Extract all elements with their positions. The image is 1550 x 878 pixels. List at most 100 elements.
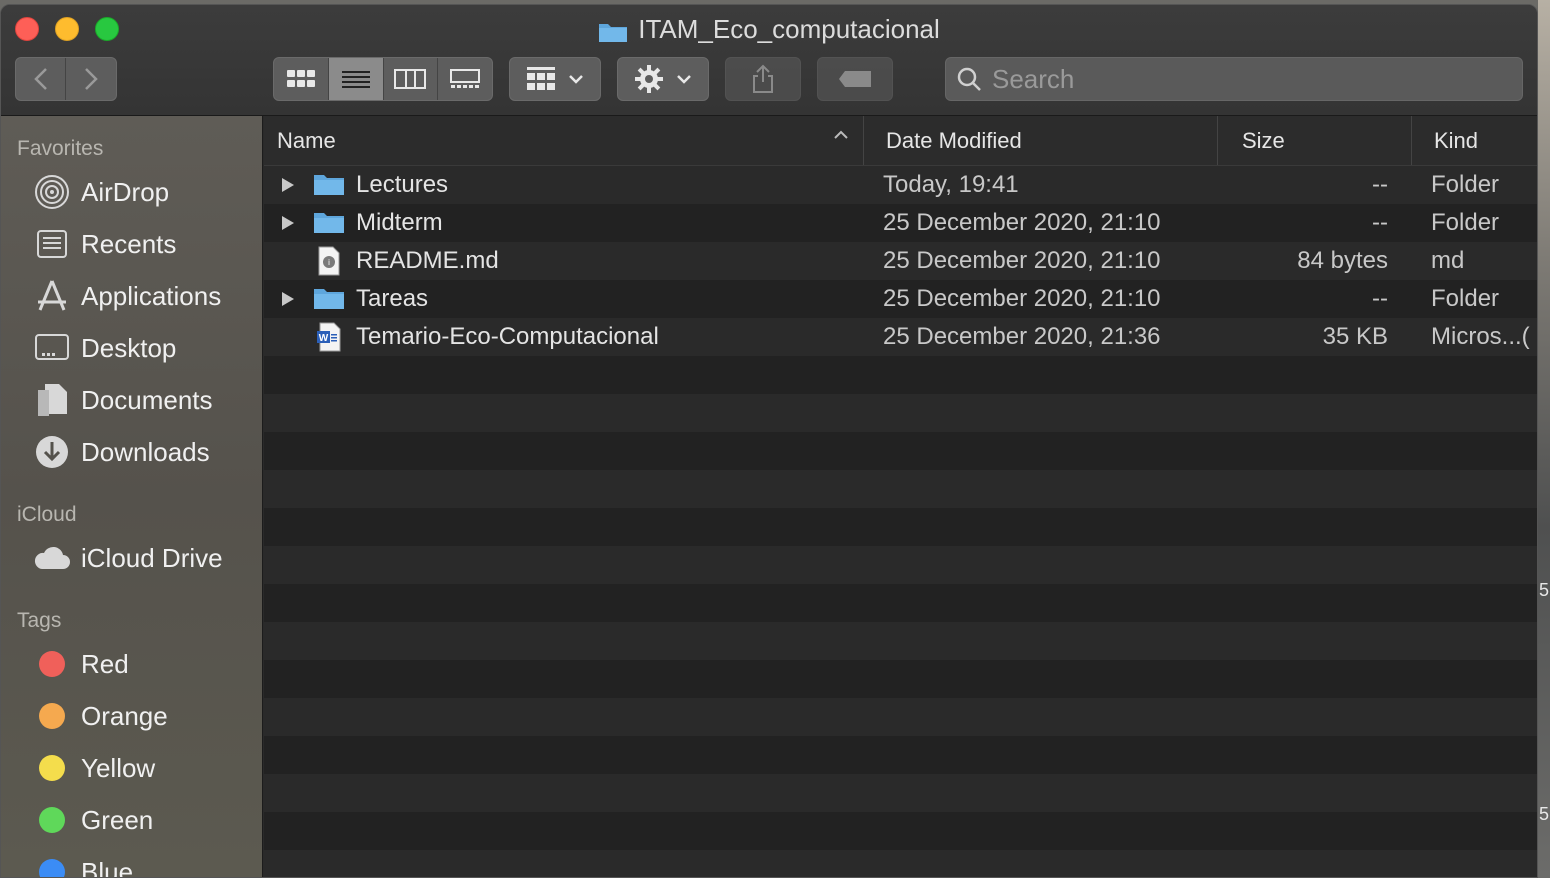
sidebar-item-label: Orange bbox=[81, 700, 168, 731]
search-field[interactable] bbox=[945, 57, 1523, 101]
sidebar-item-label: Recents bbox=[81, 228, 177, 259]
sidebar-item-label: Red bbox=[81, 648, 129, 679]
group-grid-icon bbox=[527, 67, 555, 90]
empty-row bbox=[264, 508, 1537, 546]
documents-icon bbox=[33, 381, 71, 419]
search-input[interactable] bbox=[992, 63, 1512, 95]
sidebar-item-label: iCloud Drive bbox=[81, 542, 223, 573]
gear-icon bbox=[635, 65, 663, 93]
share-icon bbox=[753, 64, 773, 93]
icon-view-button[interactable] bbox=[274, 58, 329, 100]
disclosure-triangle-icon[interactable] bbox=[264, 291, 304, 307]
sort-ascending-icon bbox=[834, 130, 848, 139]
empty-row bbox=[264, 470, 1537, 508]
sidebar-item-icloud-drive[interactable]: iCloud Drive bbox=[1, 532, 262, 584]
sidebar-item-label: Yellow bbox=[81, 752, 156, 783]
file-size: 35 KB bbox=[1322, 323, 1388, 350]
markdown-file-icon: i bbox=[312, 246, 346, 276]
disclosure-triangle-icon[interactable] bbox=[264, 215, 304, 231]
applications-icon bbox=[33, 277, 71, 315]
tag-color-dot bbox=[39, 703, 65, 729]
chevron-down-icon bbox=[677, 75, 691, 84]
folder-icon bbox=[598, 18, 628, 42]
table-row[interactable]: i README.md 25 December 2020, 21:10 84 b… bbox=[264, 242, 1537, 280]
sidebar-item-airdrop[interactable]: AirDrop bbox=[1, 166, 262, 218]
sidebar-item-label: Desktop bbox=[81, 332, 177, 363]
sidebar-item-desktop[interactable]: Desktop bbox=[1, 322, 262, 374]
sidebar-item-tag-yellow[interactable]: Yellow bbox=[1, 742, 262, 794]
share-button[interactable] bbox=[725, 57, 801, 101]
sidebar-item-applications[interactable]: Applications bbox=[1, 270, 262, 322]
empty-row bbox=[264, 774, 1537, 812]
svg-text:i: i bbox=[328, 258, 330, 267]
forward-button[interactable] bbox=[66, 58, 116, 100]
list-header: Name Date Modified Size Kind bbox=[264, 116, 1537, 166]
table-row[interactable]: Midterm 25 December 2020, 21:10 -- Folde… bbox=[264, 204, 1537, 242]
sidebar-item-label: Blue bbox=[81, 856, 134, 878]
file-name: Midterm bbox=[356, 209, 443, 236]
column-header-label: Date Modified bbox=[886, 127, 1022, 153]
tag-color-dot bbox=[39, 859, 65, 877]
desktop-background bbox=[1538, 0, 1550, 878]
column-header-date[interactable]: Date Modified bbox=[864, 116, 1218, 165]
grid-icon bbox=[286, 70, 315, 87]
list-view-button[interactable] bbox=[328, 58, 384, 100]
file-date: Today, 19:41 bbox=[883, 171, 1019, 198]
back-button[interactable] bbox=[16, 58, 66, 100]
sidebar-item-downloads[interactable]: Downloads bbox=[1, 426, 262, 478]
file-kind: Folder bbox=[1431, 285, 1500, 312]
file-size: -- bbox=[1372, 285, 1388, 312]
disclosure-triangle-icon[interactable] bbox=[264, 177, 304, 193]
folder-icon bbox=[312, 171, 346, 199]
action-menu-button[interactable] bbox=[617, 57, 709, 101]
file-kind: Folder bbox=[1431, 171, 1500, 198]
rows-container: Lectures Today, 19:41 -- Folder Midterm bbox=[264, 166, 1537, 877]
column-header-name[interactable]: Name bbox=[264, 116, 864, 165]
sidebar-item-label: Applications bbox=[81, 280, 222, 311]
sidebar-item-label: Documents bbox=[81, 384, 213, 415]
sidebar-item-documents[interactable]: Documents bbox=[1, 374, 262, 426]
file-kind: Folder bbox=[1431, 209, 1500, 236]
tag-button[interactable] bbox=[817, 57, 893, 101]
tag-icon bbox=[839, 71, 871, 87]
empty-row bbox=[264, 698, 1537, 736]
empty-row bbox=[264, 356, 1537, 394]
tag-color-dot bbox=[39, 807, 65, 833]
table-row[interactable]: W Temario-Eco-Computacional 25 December … bbox=[264, 318, 1537, 356]
empty-row bbox=[264, 584, 1537, 622]
column-header-size[interactable]: Size bbox=[1218, 116, 1412, 165]
sidebar: Favorites AirDrop Recents Applications D… bbox=[1, 116, 263, 877]
sidebar-item-recents[interactable]: Recents bbox=[1, 218, 262, 270]
file-name: Tareas bbox=[356, 285, 429, 312]
empty-row bbox=[264, 394, 1537, 432]
file-list: Name Date Modified Size Kind Lectures To… bbox=[264, 116, 1537, 877]
file-name: Temario-Eco-Computacional bbox=[356, 323, 659, 350]
airdrop-icon bbox=[33, 173, 71, 211]
table-row[interactable]: Lectures Today, 19:41 -- Folder bbox=[264, 166, 1537, 204]
file-name: README.md bbox=[356, 247, 499, 274]
file-size: -- bbox=[1372, 171, 1388, 198]
sidebar-item-tag-green[interactable]: Green bbox=[1, 794, 262, 846]
sidebar-item-label: AirDrop bbox=[81, 176, 170, 207]
desktop-edge-text: 5 bbox=[1539, 804, 1550, 824]
empty-row bbox=[264, 850, 1537, 877]
column-view-button[interactable] bbox=[384, 58, 439, 100]
sidebar-item-tag-orange[interactable]: Orange bbox=[1, 690, 262, 742]
file-name: Lectures bbox=[356, 171, 449, 198]
toolbar: ITAM_Eco_computacional bbox=[1, 5, 1537, 116]
table-row[interactable]: Tareas 25 December 2020, 21:10 -- Folder bbox=[264, 280, 1537, 318]
recents-icon bbox=[33, 225, 71, 263]
gallery-view-button[interactable] bbox=[438, 58, 492, 100]
tag-color-dot bbox=[39, 651, 65, 677]
empty-row bbox=[264, 622, 1537, 660]
columns-icon bbox=[394, 69, 427, 89]
downloads-icon bbox=[33, 433, 71, 471]
group-by-button[interactable] bbox=[509, 57, 601, 101]
file-size: -- bbox=[1372, 209, 1388, 236]
sidebar-item-tag-red[interactable]: Red bbox=[1, 638, 262, 690]
file-date: 25 December 2020, 21:10 bbox=[883, 247, 1161, 274]
column-header-kind[interactable]: Kind bbox=[1412, 116, 1537, 165]
finder-window: ITAM_Eco_computacional Search Favorites … bbox=[0, 4, 1538, 878]
sidebar-item-tag-blue[interactable]: Blue bbox=[1, 846, 262, 878]
empty-row bbox=[264, 546, 1537, 584]
